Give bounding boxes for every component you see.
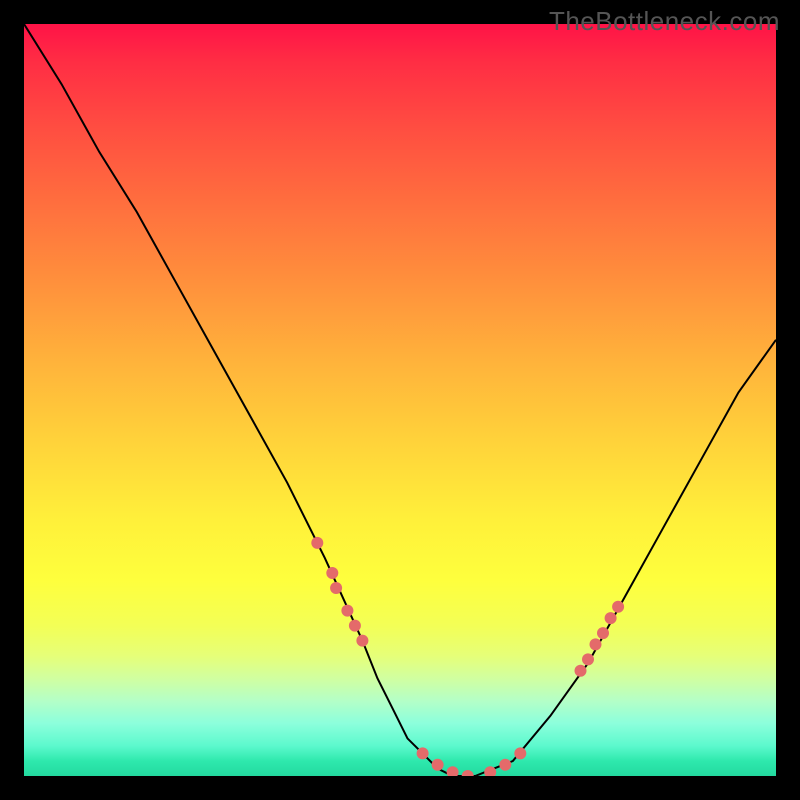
curve-marker: [575, 665, 587, 677]
curve-markers: [311, 537, 624, 776]
bottleneck-curve: [24, 24, 776, 776]
curve-marker: [326, 567, 338, 579]
curve-marker: [514, 747, 526, 759]
curve-marker: [447, 766, 459, 776]
curve-marker: [341, 605, 353, 617]
curve-marker: [311, 537, 323, 549]
curve-marker: [597, 627, 609, 639]
curve-marker: [349, 620, 361, 632]
curve-marker: [462, 770, 474, 776]
chart-svg: [24, 24, 776, 776]
curve-marker: [432, 759, 444, 771]
plot-area: [24, 24, 776, 776]
watermark-text: TheBottleneck.com: [549, 6, 780, 37]
curve-marker: [582, 653, 594, 665]
curve-marker: [605, 612, 617, 624]
chart-frame: TheBottleneck.com: [0, 0, 800, 800]
curve-marker: [330, 582, 342, 594]
curve-marker: [612, 601, 624, 613]
curve-marker: [356, 635, 368, 647]
curve-marker: [590, 638, 602, 650]
curve-marker: [417, 747, 429, 759]
curve-marker: [499, 759, 511, 771]
